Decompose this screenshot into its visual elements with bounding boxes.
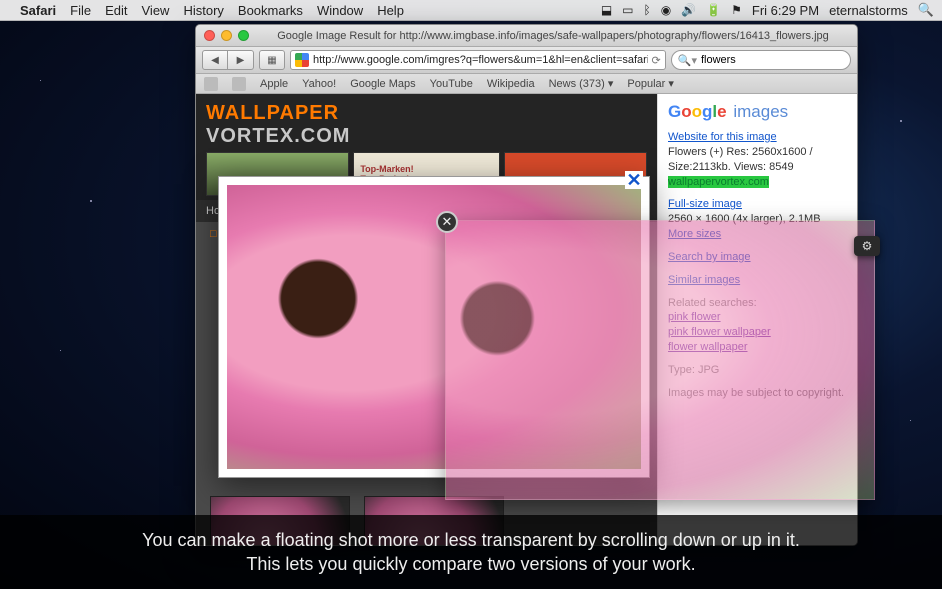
displays-menu-icon[interactable]: ▭ <box>622 3 633 17</box>
menu-file[interactable]: File <box>70 3 91 18</box>
bookmarks-button[interactable]: ▦ <box>259 50 285 70</box>
search-icon: 🔍▾ <box>678 54 697 67</box>
close-window-button[interactable] <box>204 30 215 41</box>
caption-line-1: You can make a floating shot more or les… <box>142 528 800 552</box>
menu-edit[interactable]: Edit <box>105 3 127 18</box>
volume-menu-icon[interactable]: 🔊 <box>681 3 696 17</box>
battery-menu-icon[interactable]: 🔋 <box>706 3 721 17</box>
tutorial-caption: You can make a floating shot more or les… <box>0 515 942 589</box>
fullsize-image-link[interactable]: Full-size image <box>668 198 742 210</box>
dropbox-menu-icon[interactable]: ⬓ <box>601 3 612 17</box>
reload-icon[interactable]: ⟳ <box>652 54 661 67</box>
gear-icon[interactable]: ⚙ <box>854 236 880 256</box>
menu-window[interactable]: Window <box>317 3 363 18</box>
menu-history[interactable]: History <box>183 3 223 18</box>
app-menu[interactable]: Safari <box>20 3 56 18</box>
wifi-menu-icon[interactable]: ◉ <box>661 3 671 17</box>
menubar-user[interactable]: eternalstorms <box>829 3 908 18</box>
window-titlebar[interactable]: Google Image Result for http://www.imgba… <box>196 25 857 47</box>
url-input[interactable] <box>313 54 648 66</box>
safari-toolbar: ◀ ▶ ▦ ⟳ 🔍▾ <box>196 47 857 74</box>
bookmarks-bar: Apple Yahoo! Google Maps YouTube Wikiped… <box>196 74 857 94</box>
lightbox-close-icon[interactable]: ✕ <box>625 171 643 189</box>
bookmark-apple[interactable]: Apple <box>260 78 288 90</box>
site-logo-bottom: VORTEX.COM <box>206 125 647 148</box>
bookmarks-menu-icon[interactable] <box>204 77 218 91</box>
caption-line-2: This lets you quickly compare two versio… <box>246 552 695 576</box>
minimize-window-button[interactable] <box>221 30 232 41</box>
bookmark-wikipedia[interactable]: Wikipedia <box>487 78 535 90</box>
bluetooth-menu-icon[interactable]: ᛒ <box>644 3 651 17</box>
bookmark-popular[interactable]: Popular ▾ <box>627 77 674 90</box>
nav-buttons: ◀ ▶ <box>202 50 254 70</box>
google-images-label: images <box>733 102 788 121</box>
floating-screenshot[interactable]: ✕ <box>445 220 875 500</box>
image-meta-line: Flowers (+) Res: 2560x1600 / Size:2113kb… <box>668 146 813 173</box>
search-bar[interactable]: 🔍▾ <box>671 50 851 70</box>
floating-close-icon[interactable]: ✕ <box>436 211 458 233</box>
source-host[interactable]: wallpapervortex.com <box>668 176 769 188</box>
bookmark-news[interactable]: News (373) ▾ <box>549 77 614 90</box>
menu-bookmarks[interactable]: Bookmarks <box>238 3 303 18</box>
topsites-icon[interactable] <box>232 77 246 91</box>
ad-text-1: Top-Marken! <box>360 164 413 174</box>
website-for-image-link[interactable]: Website for this image <box>668 131 777 143</box>
zoom-window-button[interactable] <box>238 30 249 41</box>
flag-menu-icon[interactable]: ⚑ <box>731 3 742 17</box>
site-logo[interactable]: WALLPAPER VORTEX.COM <box>206 102 647 148</box>
site-logo-top: WALLPAPER <box>206 102 647 125</box>
bookmark-googlemaps[interactable]: Google Maps <box>350 78 415 90</box>
search-input[interactable] <box>701 54 844 66</box>
window-title: Google Image Result for http://www.imgba… <box>257 30 849 42</box>
favicon-icon <box>295 53 309 67</box>
menu-help[interactable]: Help <box>377 3 404 18</box>
forward-button[interactable]: ▶ <box>228 50 254 70</box>
menubar-clock[interactable]: Fri 6:29 PM <box>752 3 819 18</box>
spotlight-icon[interactable]: 🔍 <box>918 2 934 18</box>
google-images-logo[interactable]: Google images <box>668 102 847 122</box>
macos-menubar: Safari File Edit View History Bookmarks … <box>0 0 942 21</box>
back-button[interactable]: ◀ <box>202 50 228 70</box>
bookmark-yahoo[interactable]: Yahoo! <box>302 78 336 90</box>
menu-view[interactable]: View <box>142 3 170 18</box>
bookmark-youtube[interactable]: YouTube <box>430 78 473 90</box>
url-bar[interactable]: ⟳ <box>290 50 666 70</box>
